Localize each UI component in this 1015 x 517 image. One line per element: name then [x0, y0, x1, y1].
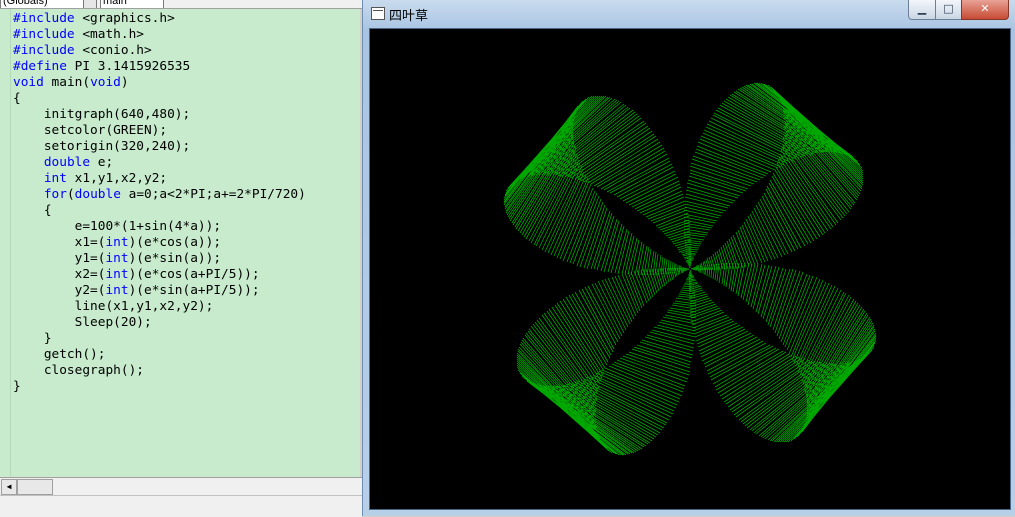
scope-combo[interactable]: (Globals): [0, 0, 84, 8]
code-text: y2=(: [13, 283, 106, 298]
code-keyword: int: [105, 267, 129, 282]
code-text: y1=(: [13, 251, 106, 266]
code-line: setorigin(320,240);: [13, 139, 306, 155]
code-line: #define PI 3.1415926535: [13, 59, 306, 75]
code-keyword: for: [43, 187, 67, 202]
code-editor-window: (Globals) main #include <graphics.h> #inc…: [0, 0, 362, 517]
code-line: getch();: [13, 347, 306, 363]
code-line: void main(void): [13, 75, 306, 91]
code-text: )(e*sin(a));: [128, 251, 222, 266]
four-leaf-clover-drawing: [503, 82, 877, 456]
graphics-canvas: [369, 28, 1011, 510]
code-text: {: [13, 203, 52, 218]
editor-status-area: [0, 495, 362, 517]
code-keyword: #include: [13, 11, 75, 26]
code-text: )(e*cos(a+PI/5));: [128, 267, 260, 282]
code-line: {: [13, 203, 306, 219]
code-line: #include <math.h>: [13, 27, 306, 43]
code-line: }: [13, 331, 306, 347]
code-text: <math.h>: [74, 27, 144, 42]
editor-gutter: [0, 9, 11, 477]
code-text: Sleep(20);: [13, 315, 152, 330]
code-keyword: void: [90, 75, 121, 90]
code-text: setcolor(GREEN);: [13, 123, 168, 138]
close-button[interactable]: ✕: [961, 0, 1009, 20]
code-line: double e;: [13, 155, 306, 171]
code-keyword: #include: [13, 43, 75, 58]
code-lines: #include <graphics.h> #include <math.h> #i…: [13, 11, 306, 395]
editor-toolbar: (Globals) main: [0, 0, 362, 9]
code-text: x1=(: [13, 235, 106, 250]
code-text: PI 3.1415926535: [66, 59, 191, 74]
code-text: e=100*(1+sin(4*a));: [13, 219, 222, 234]
code-text: x2=(: [13, 267, 106, 282]
code-text: getch();: [13, 347, 106, 362]
code-line: Sleep(20);: [13, 315, 306, 331]
code-line: #include <conio.h>: [13, 43, 306, 59]
scrollbar-thumb[interactable]: [17, 479, 53, 495]
graphics-window: 四叶草 ▁ □ ✕: [362, 0, 1015, 516]
code-keyword: double: [43, 155, 91, 170]
code-line: setcolor(GREEN);: [13, 123, 306, 139]
code-line: y1=(int)(e*sin(a));: [13, 251, 306, 267]
code-text: setorigin(320,240);: [13, 139, 191, 154]
code-line: e=100*(1+sin(4*a));: [13, 219, 306, 235]
clover-lines: [503, 82, 877, 456]
minimize-button[interactable]: ▁: [908, 0, 936, 20]
code-line: closegraph();: [13, 363, 306, 379]
code-keyword: int: [43, 171, 67, 186]
window-icon: [371, 7, 385, 20]
code-text: )(e*sin(a+PI/5));: [128, 283, 260, 298]
code-text: {: [13, 91, 21, 106]
triangle-left-icon[interactable]: ◀: [1, 479, 17, 495]
scope-combo-dropdown[interactable]: [83, 0, 97, 8]
function-combo[interactable]: main: [100, 0, 164, 8]
code-keyword: int: [105, 235, 129, 250]
code-text: (: [66, 187, 75, 202]
code-text: e;: [90, 155, 114, 170]
code-keyword: int: [105, 251, 129, 266]
code-text: ): [120, 75, 129, 90]
code-text: )(e*cos(a));: [128, 235, 222, 250]
code-text: }: [13, 331, 52, 346]
code-keyword: double: [74, 187, 121, 202]
code-text: closegraph();: [13, 363, 144, 378]
maximize-button[interactable]: □: [935, 0, 962, 20]
code-text: }: [13, 379, 21, 394]
code-line: int x1,y1,x2,y2;: [13, 171, 306, 187]
code-line: x1=(int)(e*cos(a));: [13, 235, 306, 251]
code-line: line(x1,y1,x2,y2);: [13, 299, 306, 315]
code-text: line(x1,y1,x2,y2);: [13, 299, 214, 314]
code-keyword: #include: [13, 27, 75, 42]
code-keyword: int: [105, 283, 129, 298]
code-text: <conio.h>: [74, 43, 152, 58]
code-text: main(: [43, 75, 91, 90]
window-title: 四叶草: [389, 9, 429, 24]
code-line: y2=(int)(e*sin(a+PI/5));: [13, 283, 306, 299]
code-text: <graphics.h>: [74, 11, 175, 26]
code-text: a=0;a<2*PI;a+=2*PI/720): [120, 187, 306, 202]
code-line: {: [13, 91, 306, 107]
code-area[interactable]: #include <graphics.h> #include <math.h> #i…: [0, 9, 360, 477]
code-text: x1,y1,x2,y2;: [66, 171, 168, 186]
horizontal-scrollbar[interactable]: ◀: [0, 477, 362, 495]
code-keyword: void: [13, 75, 44, 90]
code-line: #include <graphics.h>: [13, 11, 306, 27]
code-line: for(double a=0;a<2*PI;a+=2*PI/720): [13, 187, 306, 203]
code-line: x2=(int)(e*cos(a+PI/5));: [13, 267, 306, 283]
code-keyword: #define: [13, 59, 67, 74]
code-line: initgraph(640,480);: [13, 107, 306, 123]
code-text: initgraph(640,480);: [13, 107, 191, 122]
code-line: }: [13, 379, 306, 395]
